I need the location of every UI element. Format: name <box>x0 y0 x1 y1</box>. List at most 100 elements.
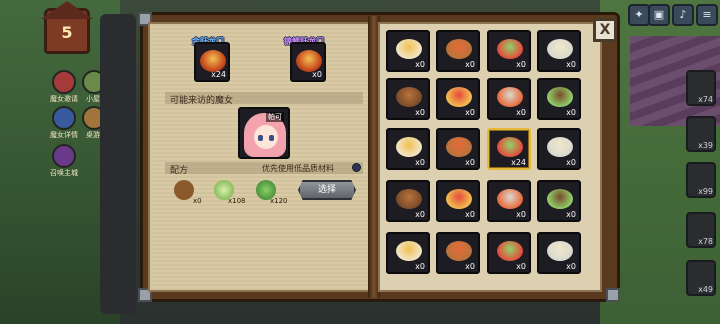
dish-slot[interactable]: x0 <box>386 232 430 274</box>
top-button-4[interactable]: ≡ <box>696 4 718 26</box>
dish-slot[interactable]: x0 <box>386 30 430 72</box>
dish-icon <box>547 39 573 59</box>
dish-count: x0 <box>465 108 475 117</box>
dish-count: x0 <box>415 108 425 117</box>
witch-eye <box>258 135 263 141</box>
recipe-title: 配方 <box>170 166 189 176</box>
dish-icon <box>446 241 472 261</box>
dish-icon <box>396 137 422 157</box>
dish-count: x0 <box>566 108 576 117</box>
house-level-badge[interactable]: 5 <box>41 1 93 54</box>
dish-count: x0 <box>415 60 425 69</box>
dish-count: x0 <box>465 158 475 167</box>
dish-icon <box>446 189 472 209</box>
dish-slot[interactable]: x0 <box>436 180 480 222</box>
ingredient-count-3: x120 <box>270 197 288 205</box>
dish-slot[interactable]: x0 <box>537 232 581 274</box>
dish-icon <box>497 189 523 209</box>
dish-count: x0 <box>566 262 576 271</box>
dish-slot[interactable]: x0 <box>436 78 480 120</box>
dish-icon <box>446 39 472 59</box>
koi-dragon-gate-dish-icon <box>296 50 322 72</box>
dish-slot[interactable]: x0 <box>386 180 430 222</box>
dish-slot[interactable]: x0 <box>537 30 581 72</box>
tanuki-icon[interactable] <box>174 180 194 200</box>
dish-slot[interactable]: x0 <box>487 78 531 120</box>
dish-slot[interactable]: x0 <box>537 180 581 222</box>
dish-count: x0 <box>566 60 576 69</box>
top-button-2[interactable]: ▣ <box>648 4 670 26</box>
choose-button[interactable]: 选择 <box>298 180 356 200</box>
witch-name: 帕可 <box>266 112 284 122</box>
side-slot-2[interactable]: x39 <box>686 116 716 152</box>
dish-slot[interactable]: x0 <box>537 78 581 120</box>
witch-invite-icon[interactable] <box>52 70 76 94</box>
side-slot-4[interactable]: x78 <box>686 212 716 248</box>
side-slot-count: x49 <box>698 285 713 294</box>
dish-count: x24 <box>511 158 526 167</box>
witch-invite-label: 魔女邀请 <box>50 95 78 103</box>
ingredient-count-2: x108 <box>228 197 246 205</box>
result-slot-2[interactable]: x0 <box>290 42 326 82</box>
result-slot-1[interactable]: x24 <box>194 42 230 82</box>
dish-icon <box>497 87 523 107</box>
side-slot-count: x74 <box>698 95 713 104</box>
dish-slot[interactable]: x0 <box>436 30 480 72</box>
side-slot-count: x39 <box>698 141 713 150</box>
dish-slot[interactable]: x0 <box>487 180 531 222</box>
summon-city-label: 召唤主城 <box>50 169 78 177</box>
dish-slot[interactable]: x24 <box>487 128 531 170</box>
house-roof <box>41 1 93 19</box>
dish-icon <box>446 87 472 107</box>
dish-count: x0 <box>465 60 475 69</box>
close-button[interactable]: X <box>593 18 617 42</box>
dish-icon <box>497 241 523 261</box>
side-slot-3[interactable]: x99 <box>686 162 716 198</box>
board-game-label: 桌游 <box>86 131 100 139</box>
dish-icon <box>396 39 422 59</box>
witch-detail-label: 魔女详情 <box>50 131 78 139</box>
corner-bracket <box>606 288 620 302</box>
dish-slot[interactable]: x0 <box>537 128 581 170</box>
dish-icon <box>547 87 573 107</box>
menu-icon: ≡ <box>702 8 712 21</box>
side-slot-1[interactable]: x74 <box>686 70 716 106</box>
summon-city-icon[interactable] <box>52 144 76 168</box>
house-level: 5 <box>61 23 73 42</box>
top-button-1[interactable]: ✦ <box>628 4 650 26</box>
dish-count: x0 <box>415 158 425 167</box>
witch-eye <box>269 135 274 141</box>
dish-slot[interactable]: x0 <box>386 78 430 120</box>
dragon-gate-dish-icon <box>200 50 226 72</box>
game-screen: 5 魔女邀请 小屋 魔女详情 桌游 召唤主城 ✦ ▣ ♪ ≡ x74 x39 x… <box>0 0 720 324</box>
top-button-3[interactable]: ♪ <box>672 4 694 26</box>
dish-slot[interactable]: x0 <box>487 30 531 72</box>
dish-icon <box>547 137 573 157</box>
witch-detail-icon[interactable] <box>52 106 76 130</box>
visitor-title: 可能来访的魔女 <box>170 96 234 106</box>
star-icon: ✦ <box>634 8 644 21</box>
dish-icon <box>446 137 472 157</box>
dish-count: x0 <box>566 210 576 219</box>
dish-icon <box>547 189 573 209</box>
dish-icon <box>497 39 523 59</box>
dish-slot[interactable]: x0 <box>487 232 531 274</box>
dish-count: x0 <box>415 262 425 271</box>
prefer-low-quality-label: 优先使用低品质材料 <box>262 164 334 173</box>
dish-icon <box>396 87 422 107</box>
dish-icon <box>497 137 523 157</box>
dish-icon <box>396 189 422 209</box>
dish-slot[interactable]: x0 <box>436 232 480 274</box>
dish-slot[interactable]: x0 <box>436 128 480 170</box>
result-count-2: x0 <box>312 70 322 79</box>
cottage-label: 小屋 <box>86 95 100 103</box>
side-slot-count: x99 <box>698 187 713 196</box>
prefer-low-quality-toggle[interactable] <box>352 163 361 172</box>
side-slot-5[interactable]: x49 <box>686 260 716 296</box>
sound-icon: ♪ <box>679 8 687 21</box>
dish-count: x0 <box>566 158 576 167</box>
result-count-1: x24 <box>211 70 226 79</box>
dish-slot[interactable]: x0 <box>386 128 430 170</box>
dish-icon <box>396 241 422 261</box>
gift-icon: ▣ <box>653 8 665 21</box>
